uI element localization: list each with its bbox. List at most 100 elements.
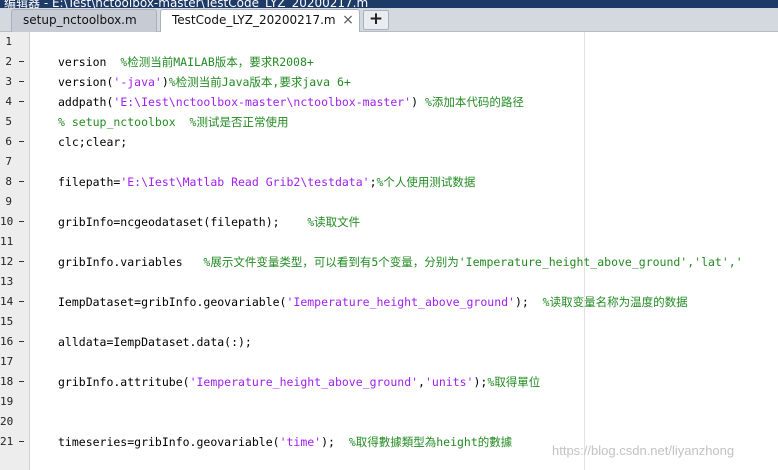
code-line[interactable]: 16 alldata=IempDataset.data(:); <box>0 332 778 352</box>
tab-label: TestCode_LYZ_20200217.m <box>172 13 336 27</box>
breakpoint-dash-marker[interactable] <box>19 341 24 342</box>
code-token: ); <box>473 375 488 389</box>
code-token: alldata=IempDataset.data(:); <box>58 335 252 349</box>
code-text: IempDataset=gribInfo.geovariable('Iemper… <box>58 292 688 312</box>
code-line[interactable]: 9 <box>0 192 778 212</box>
line-number: 6 <box>5 135 12 148</box>
code-token: , <box>418 375 425 389</box>
code-text: filepath='E:\Iest\Matlab Read Grib2\test… <box>58 172 475 192</box>
code-line[interactable]: 1 <box>0 32 778 52</box>
line-number: 9 <box>5 195 12 208</box>
code-comment: %取得單位 <box>487 375 541 389</box>
code-line[interactable]: 14 IempDataset=gribInfo.geovariable('Iemp… <box>0 292 778 312</box>
line-number: 8 <box>5 175 12 188</box>
code-line[interactable]: 7 <box>0 152 778 172</box>
code-comment: %取得數據類型為height的數據 <box>348 435 513 449</box>
line-number: 11 <box>0 235 14 248</box>
code-string: 'E:\Iest\nctoolbox-master\nctoolbox-mast… <box>113 95 412 109</box>
code-line[interactable]: 10 gribInfo=ncgeodataset(filepath); %读取文件 <box>0 212 778 232</box>
code-line[interactable]: 8 filepath='E:\Iest\Matlab Read Grib2\tes… <box>0 172 778 192</box>
tab-testcode[interactable]: TestCode_LYZ_20200217.m × <box>160 9 360 33</box>
breakpoint-dash-marker[interactable] <box>19 101 24 102</box>
code-comment: %检测当前MAILAB版本，要求R2008+ <box>120 55 314 69</box>
tab-setup-nctoolbox[interactable]: setup_nctoolbox.m <box>11 9 157 32</box>
line-number: 3 <box>5 75 12 88</box>
code-line[interactable]: 19 <box>0 392 778 412</box>
code-line[interactable]: 6 clc;clear; <box>0 132 778 152</box>
code-token: ); <box>321 435 349 449</box>
tab-label: setup_nctoolbox.m <box>23 13 137 27</box>
code-string: 'time' <box>279 435 322 449</box>
code-editor[interactable]: 1 2 version %检测当前MAILAB版本，要求R2008+ 3 version… <box>0 32 778 470</box>
code-token: ) <box>411 95 425 109</box>
code-token: ; <box>369 175 377 189</box>
line-number: 16 <box>0 335 14 348</box>
line-number: 10 <box>0 215 14 228</box>
line-number: 19 <box>0 395 14 408</box>
code-line[interactable]: 2 version %检测当前MAILAB版本，要求R2008+ <box>0 52 778 72</box>
code-text: alldata=IempDataset.data(:); <box>58 332 252 352</box>
breakpoint-dash-marker[interactable] <box>19 381 24 382</box>
breakpoint-dash-marker[interactable] <box>19 141 24 142</box>
line-number: 12 <box>0 255 14 268</box>
code-string: 'E:\Iest\Matlab Read Grib2\testdata' <box>120 175 370 189</box>
code-line[interactable]: 20 <box>0 412 778 432</box>
line-number: 17 <box>0 355 14 368</box>
code-line[interactable]: 12 gribInfo.variables %展示文件变量类型，可以看到有5个变量… <box>0 252 778 272</box>
code-line[interactable]: 4 addpath('E:\Iest\nctoolbox-master\nctoo… <box>0 92 778 112</box>
line-number: 21 <box>0 435 14 448</box>
code-comment: %展示文件变量类型，可以看到有5个变量，分别为'Iemperature_heig… <box>203 255 743 269</box>
editor-tab-bar: setup_nctoolbox.m TestCode_LYZ_20200217.… <box>0 8 778 33</box>
code-token: filepath= <box>58 175 121 189</box>
code-line[interactable]: 11 <box>0 232 778 252</box>
code-text: gribInfo=ncgeodataset(filepath); %读取文件 <box>58 212 360 232</box>
breakpoint-dash-marker[interactable] <box>19 261 24 262</box>
breakpoint-dash-marker[interactable] <box>19 441 24 442</box>
code-line[interactable]: 17 <box>0 352 778 372</box>
line-number: 4 <box>5 95 12 108</box>
code-token: gribInfo.variables <box>58 255 204 269</box>
line-number: 7 <box>5 155 12 168</box>
code-text: timeseries=gribInfo.geovariable('time');… <box>58 432 512 452</box>
code-line[interactable]: 3 version('-java')%检测当前Java版本,要求java 6+ <box>0 72 778 92</box>
breakpoint-dash-marker[interactable] <box>19 181 24 182</box>
line-number: 18 <box>0 375 14 388</box>
breakpoint-dash-marker[interactable] <box>19 221 24 222</box>
code-token: timeseries=gribInfo.geovariable( <box>58 435 280 449</box>
code-token: IempDataset=gribInfo.geovariable( <box>58 295 287 309</box>
code-line[interactable]: 18 gribInfo.attritube('Iemperature_height… <box>0 372 778 392</box>
line-number: 15 <box>0 315 14 328</box>
code-line[interactable]: 5 % setup_nctoolbox %测试是否正常使用 <box>0 112 778 132</box>
code-text: gribInfo.attritube('Iemperature_height_a… <box>58 372 540 392</box>
window-title-bar: 编辑器 - E:\Test\nctoolbox-master\TestCode_… <box>0 0 778 8</box>
breakpoint-dash-marker[interactable] <box>19 61 24 62</box>
line-number: 1 <box>5 35 12 48</box>
breakpoint-dash-marker[interactable] <box>19 81 24 82</box>
code-token: gribInfo.attritube( <box>58 375 190 389</box>
code-comment: %检测当前Java版本,要求java 6+ <box>168 75 351 89</box>
code-string: '-java' <box>113 75 162 89</box>
add-tab-button[interactable]: + <box>363 10 389 30</box>
code-text: gribInfo.variables %展示文件变量类型，可以看到有5个变量，分… <box>58 252 743 272</box>
code-text: version %检测当前MAILAB版本，要求R2008+ <box>58 52 314 72</box>
code-token: version <box>58 55 121 69</box>
code-text: clc;clear; <box>58 132 127 152</box>
code-line[interactable]: 15 <box>0 312 778 332</box>
window-title: 编辑器 - E:\Test\nctoolbox-master\TestCode_… <box>4 0 369 8</box>
line-number: 2 <box>5 55 12 68</box>
code-comment: %读取变量名称为温度的数据 <box>542 295 688 309</box>
code-text: version('-java')%检测当前Java版本,要求java 6+ <box>58 72 351 92</box>
code-comment: %添加本代码的路径 <box>424 95 524 109</box>
code-string: 'units' <box>424 375 474 389</box>
code-comment: %个人使用测试数据 <box>376 175 476 189</box>
code-token: addpath( <box>58 95 114 109</box>
breakpoint-dash-marker[interactable] <box>19 301 24 302</box>
line-number: 14 <box>0 295 14 308</box>
code-line[interactable]: 13 <box>0 272 778 292</box>
code-comment: %读取文件 <box>307 215 361 229</box>
code-token: ) <box>161 75 169 89</box>
close-icon[interactable]: × <box>342 10 354 31</box>
code-token: gribInfo=ncgeodataset(filepath); <box>58 215 308 229</box>
code-token: version( <box>58 75 114 89</box>
code-text: % setup_nctoolbox %测试是否正常使用 <box>58 112 288 132</box>
